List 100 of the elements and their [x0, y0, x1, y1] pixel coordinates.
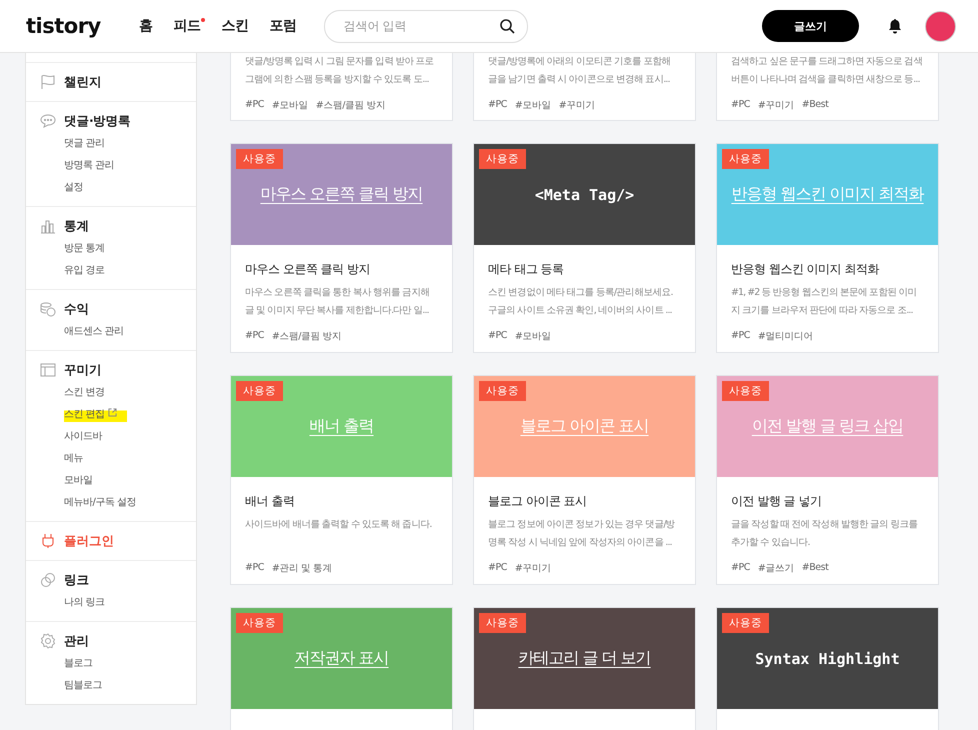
sidebar-heading[interactable]: 관리 — [64, 632, 89, 650]
sidebar-item[interactable]: 사이드바 — [64, 427, 102, 446]
plugin-card[interactable]: 사용중 카테고리 글 더 보기 — [473, 607, 696, 730]
banner-title: Syntax Highlight — [755, 650, 900, 668]
plugin-card[interactable]: 사용중 Syntax Highlight — [716, 607, 939, 730]
sidebar-item[interactable]: 블로그 — [64, 654, 92, 673]
in-use-badge: 사용중 — [479, 149, 526, 169]
tag[interactable]: #Best — [802, 562, 828, 575]
card-title: 이전 발행 글 넣기 — [731, 493, 822, 510]
banner-title: 카테고리 글 더 보기 — [518, 648, 651, 669]
tag[interactable]: #PC — [731, 562, 750, 575]
nav-link[interactable]: 스킨 — [221, 17, 248, 35]
sidebar-heading[interactable]: 링크 — [64, 572, 89, 588]
in-use-badge: 사용중 — [479, 613, 526, 633]
plugin-card[interactable]: 사용중 마우스 오른쪽 클릭 방지 마우스 오른쪽 클릭 방지 마우스 오른쪽 클릭을 통한 복사 행위를 금지해 글 및 이미지 무단 복사를 제한합니다.다만 일... #PC #스팸/클핌 방지 — [230, 143, 453, 353]
sidebar-heading[interactable]: 챌린지 — [64, 74, 102, 90]
plugin-card[interactable]: 사용중 <Meta Tag/> 메타 태그 등록 스킨 변경없이 메타 태그를 등록/관리해보세요. 구글의 사이트 소유권 확인, 네이버의 사이트 ... #PC #모바일 — [473, 143, 696, 353]
plugin-card[interactable]: 사용중 블로그 아이콘 표시 블로그 아이콘 표시 블로그 정보에 아이콘 정보가 있는 경우 댓글/방명록 작성 시 닉네임 앞에 작성자의 아이콘을 ... #PC #꾸미기 — [473, 375, 696, 585]
sidebar-item[interactable]: 메뉴바/구독 설정 — [64, 493, 136, 512]
sidebar-item[interactable]: 메뉴 — [64, 449, 83, 468]
sidebar-item[interactable]: 설정 — [64, 178, 83, 197]
tag[interactable]: #글쓰기 — [758, 562, 794, 575]
bar-chart-icon — [40, 218, 56, 234]
plugin-card[interactable]: 댓글/방명록에 아래의 이모티콘 기호를 포함해 글을 남기면 출력 시 아이콘으로 변경해 표시... #PC #모바일 #꾸미기 — [473, 53, 696, 121]
sidebar-heading[interactable]: 댓글·방명록 — [64, 112, 131, 130]
sidebar-heading[interactable]: 수익 — [64, 300, 89, 318]
tag[interactable]: #꾸미기 — [514, 562, 551, 575]
in-use-badge: 사용중 — [236, 613, 283, 633]
sidebar-item[interactable]: 팀블로그 — [64, 676, 102, 695]
tag[interactable]: #관리 및 통계 — [272, 562, 332, 575]
banner-title: 저작권자 표시 — [294, 648, 389, 669]
card-description: 스킨 변경없이 메타 태그를 등록/관리해보세요. 구글의 사이트 소유권 확인, 네이버의 사이트 ... — [488, 286, 674, 318]
sidebar-item[interactable]: 유입 경로 — [64, 261, 105, 280]
plugin-card[interactable]: 사용중 이전 발행 글 링크 삽입 이전 발행 글 넣기 글을 작성할 때 전에 작성해 발행한 글의 링크를 추가할 수 있습니다. #PC #글쓰기 #Best — [716, 375, 939, 585]
external-link-icon — [108, 408, 117, 417]
write-button[interactable]: 글쓰기 — [762, 10, 859, 42]
card-description: 검색하고 싶은 문구를 드래그하면 자동으로 검색 버튼이 나타나며 검색을 클릭하면 새창으로 등... — [731, 55, 924, 87]
speech-bubble-icon — [40, 113, 56, 129]
tag[interactable]: #모바일 — [514, 99, 551, 112]
sidebar-item[interactable]: 댓글 관리 — [64, 134, 105, 153]
sidebar-item[interactable]: 방문 통계 — [64, 239, 105, 258]
layout-icon — [40, 362, 56, 378]
plug-icon — [40, 533, 56, 549]
banner-title: 반응형 웹스킨 이미지 최적화 — [731, 184, 924, 205]
tag[interactable]: #PC — [731, 99, 750, 112]
tag[interactable]: #PC — [245, 562, 264, 575]
card-title: 메타 태그 등록 — [488, 261, 565, 278]
card-description: 댓글/방명록 입력 시 그림 문자를 입력 받아 프로그램에 의한 스팸 등록을 방지할 수 있도록 도... — [245, 55, 435, 87]
sidebar-heading[interactable]: 통계 — [64, 218, 89, 234]
nav-link[interactable]: 홈 — [138, 17, 152, 35]
nav-link[interactable]: 피드 — [173, 17, 200, 35]
tag[interactable]: #PC — [731, 330, 750, 343]
card-title: 반응형 웹스킨 이미지 최적화 — [731, 261, 880, 278]
in-use-badge: 사용중 — [722, 149, 769, 169]
search-input[interactable]: 검색어 입력 — [341, 18, 500, 34]
tag[interactable]: #멀티미디어 — [758, 330, 813, 343]
in-use-badge: 사용중 — [479, 381, 526, 401]
sidebar-heading[interactable]: 꾸미기 — [64, 362, 102, 378]
tag[interactable]: #PC — [245, 99, 264, 112]
in-use-badge: 사용중 — [236, 149, 283, 169]
tag[interactable]: #PC — [488, 99, 507, 112]
bell-icon[interactable] — [887, 18, 903, 34]
card-description: 마우스 오른쪽 클릭을 통한 복사 행위를 금지해 글 및 이미지 무단 복사를 제한합니다.다만 일... — [245, 286, 430, 318]
tag[interactable]: #스팸/클핌 방지 — [316, 99, 386, 112]
card-title: 배너 출력 — [245, 493, 296, 510]
in-use-badge: 사용중 — [722, 381, 769, 401]
avatar[interactable] — [925, 10, 956, 42]
tag[interactable]: #꾸미기 — [758, 99, 794, 112]
card-description: 블로그 정보에 아이콘 정보가 있는 경우 댓글/방명록 작성 시 닉네임 앞에 작성자의 아이콘을 ... — [488, 518, 676, 550]
link-icon — [40, 572, 56, 588]
banner-title: 배너 출력 — [309, 416, 374, 437]
sidebar-item[interactable]: 애드센스 관리 — [64, 322, 124, 341]
tag[interactable]: #스팸/클핌 방지 — [272, 330, 342, 343]
plugin-card[interactable]: 검색하고 싶은 문구를 드래그하면 자동으로 검색 버튼이 나타나며 검색을 클릭하면 새창으로 등... #PC #꾸미기 #Best — [716, 53, 939, 121]
sidebar-item[interactable]: 스킨 변경 — [64, 383, 105, 402]
plugin-card[interactable]: 사용중 반응형 웹스킨 이미지 최적화 반응형 웹스킨 이미지 최적화 #1, #2 등 반응형 웹스킨의 본문에 포함된 이미지 크기를 브라우저 판단에 따라 자동으로 조... #PC #멀티미디어 — [716, 143, 939, 353]
settings-icon — [40, 633, 56, 649]
card-description: 댓글/방명록에 아래의 이모티콘 기호를 포함해 글을 남기면 출력 시 아이콘으로 변경해 표시... — [488, 55, 672, 87]
in-use-badge: 사용중 — [722, 613, 769, 633]
tag[interactable]: #PC — [488, 330, 507, 343]
tag[interactable]: #모바일 — [514, 330, 551, 343]
search-icon[interactable] — [499, 18, 516, 34]
banner-title: <Meta Tag/> — [534, 186, 634, 204]
logo[interactable]: tistory — [26, 14, 101, 38]
tag[interactable]: #PC — [245, 330, 264, 343]
sidebar-item[interactable]: 나의 링크 — [64, 593, 105, 612]
sidebar-item[interactable]: 모바일 — [64, 471, 92, 490]
flag-icon — [40, 74, 56, 90]
tag[interactable]: #모바일 — [272, 99, 308, 112]
nav-link[interactable]: 포럼 — [269, 17, 296, 35]
search-field[interactable]: 검색어 입력 — [324, 10, 528, 42]
tag[interactable]: #PC — [488, 562, 507, 575]
card-description: #1, #2 등 반응형 웹스킨의 본문에 포함된 이미지 크기를 브라우저 판단에 따라 자동으로 조... — [731, 286, 918, 318]
plugin-card[interactable]: 사용중 배너 출력 배너 출력 사이드바에 배너를 출력할 수 있도록 해 줍니다. #PC #관리 및 통계 — [230, 375, 453, 585]
card-description: 글을 작성할 때 전에 작성해 발행한 글의 링크를 추가할 수 있습니다. — [731, 518, 918, 550]
sidebar-item[interactable]: 방명록 관리 — [64, 156, 114, 175]
plugin-card[interactable]: 댓글/방명록 입력 시 그림 문자를 입력 받아 프로그램에 의한 스팸 등록을 방지할 수 있도록 도... #PC #모바일 #스팸/클핌 방지 — [230, 53, 453, 121]
in-use-badge: 사용중 — [236, 381, 283, 401]
tag[interactable]: #Best — [802, 99, 828, 112]
tag[interactable]: #꾸미기 — [558, 99, 595, 112]
